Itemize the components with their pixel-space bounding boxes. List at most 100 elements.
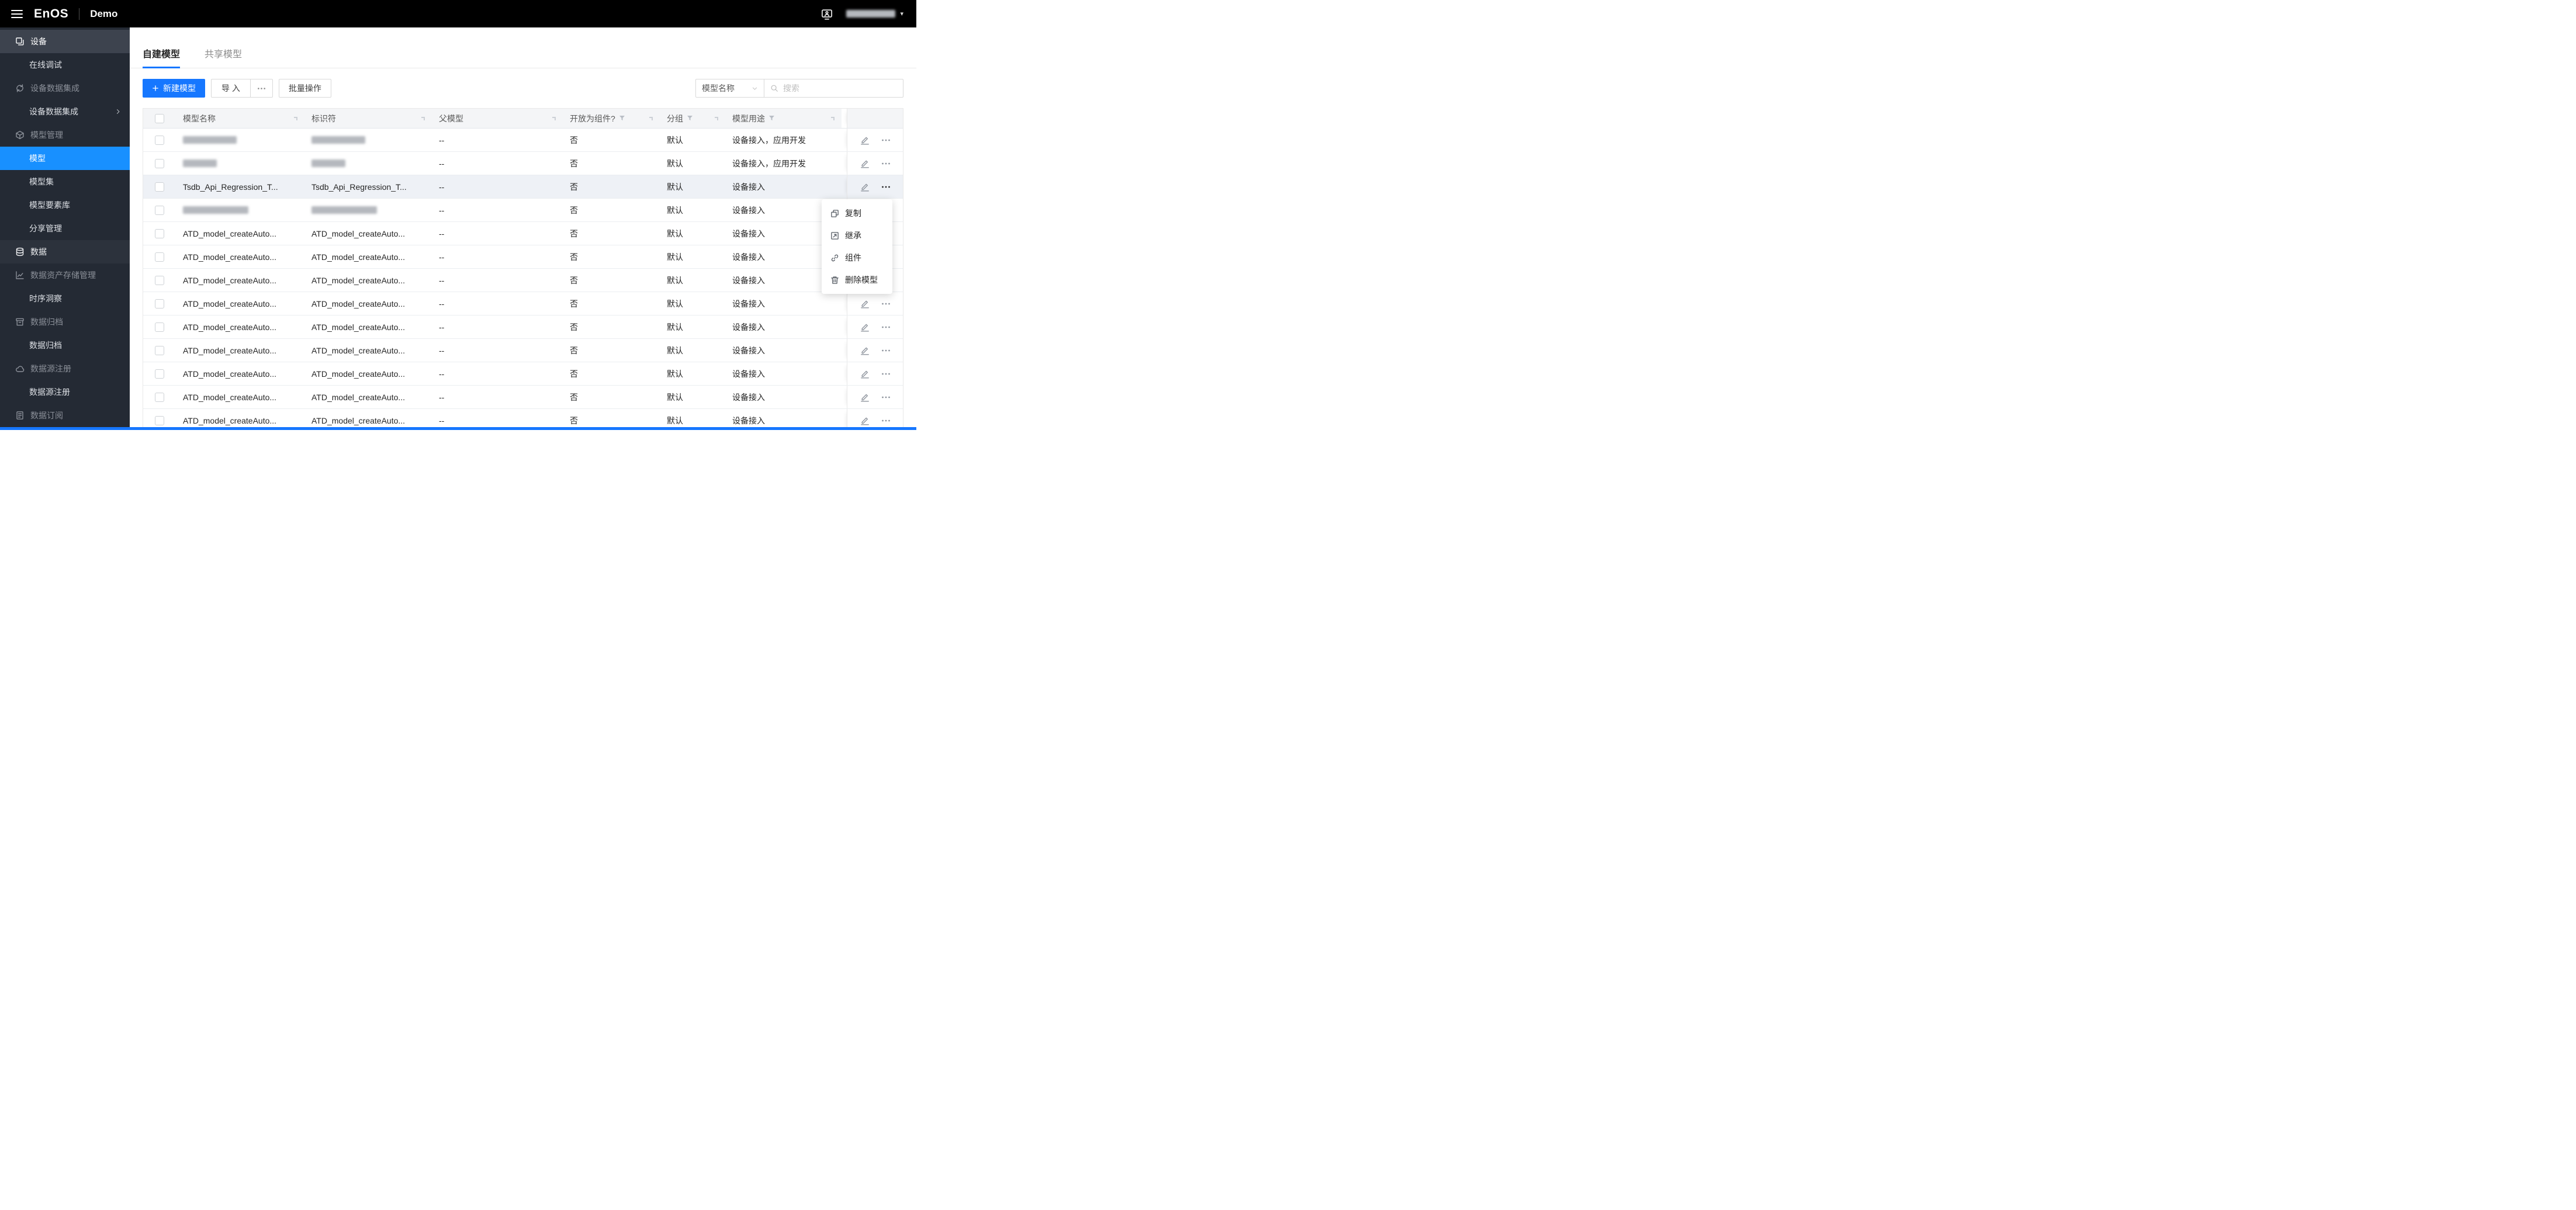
table-row[interactable]: ATD_model_createAuto... ATD_model_createA… [143, 362, 903, 386]
edit-button[interactable] [860, 369, 870, 379]
sidebar-item-device-data-integration-group[interactable]: 设备数据集成 [0, 77, 130, 100]
table-row[interactable]: -- 否 默认 设备接入，应用开发 [143, 129, 903, 152]
edit-button[interactable] [860, 159, 870, 168]
column-resize-handle[interactable] [294, 116, 297, 120]
search-input[interactable] [783, 84, 897, 93]
row-checkbox[interactable] [155, 275, 164, 285]
scrollbar-gutter [842, 129, 847, 151]
column-resize-handle[interactable] [715, 116, 718, 120]
user-menu[interactable]: ▾ [846, 10, 903, 18]
filter-icon[interactable] [687, 115, 693, 122]
console-icon[interactable] [820, 8, 833, 20]
column-resize-handle[interactable] [831, 116, 835, 120]
batch-operations-button[interactable]: 批量操作 [278, 79, 331, 98]
row-checkbox[interactable] [155, 182, 164, 192]
table-row[interactable]: -- 否 默认 设备接入，应用开发 [143, 152, 903, 175]
row-checkbox[interactable] [155, 345, 164, 355]
redacted-username [846, 10, 896, 18]
hamburger-menu-button[interactable] [0, 0, 34, 27]
cell-group-cell: 默认 [660, 315, 725, 338]
menu-item-delete-model[interactable]: 删除模型 [822, 269, 892, 291]
menu-item-inherit[interactable]: 继承 [822, 224, 892, 247]
edit-button[interactable] [860, 299, 870, 308]
redacted-text [183, 160, 217, 167]
edit-button[interactable] [860, 182, 870, 192]
select-all-checkbox[interactable] [155, 113, 164, 123]
sidebar-item-data-group[interactable]: 数据 [0, 240, 130, 264]
sidebar-item-online-debugging[interactable]: 在线调试 [0, 53, 130, 77]
sidebar-item-device[interactable]: 设备 [0, 30, 130, 53]
cell-identifier-cell: ATD_model_createAuto... [304, 386, 432, 408]
column-resize-handle[interactable] [421, 116, 425, 120]
table-row[interactable]: ATD_model_createAuto... ATD_model_createA… [143, 245, 903, 269]
sidebar-item-model-sets[interactable]: 模型集 [0, 170, 130, 193]
edit-button[interactable] [860, 393, 870, 402]
cell-identifier-cell: Tsdb_Api_Regression_T... [304, 175, 432, 198]
sidebar-item-time-series-insight[interactable]: 时序洞察 [0, 287, 130, 310]
filter-icon[interactable] [619, 115, 625, 122]
edit-button[interactable] [860, 136, 870, 145]
row-checkbox[interactable] [155, 135, 164, 145]
cell-group-cell: 默认 [660, 339, 725, 362]
more-actions-button[interactable] [881, 393, 891, 402]
sidebar-item-data-archive-group[interactable]: 数据归档 [0, 310, 130, 334]
row-checkbox[interactable] [155, 252, 164, 262]
menu-item-copy[interactable]: 复制 [822, 202, 892, 224]
table-row[interactable]: ATD_model_createAuto... ATD_model_createA… [143, 339, 903, 362]
table-row[interactable]: -- 否 默认 设备接入 [143, 199, 903, 222]
edit-button[interactable] [860, 416, 870, 425]
cell-model-usage-cell: 设备接入，应用开发 [725, 152, 842, 175]
sidebar-item-models[interactable]: 模型 [0, 147, 130, 170]
tab-shared-models[interactable]: 共享模型 [205, 46, 242, 68]
row-checkbox[interactable] [155, 228, 164, 238]
sidebar-item-data-archive[interactable]: 数据归档 [0, 334, 130, 357]
import-more-button[interactable] [250, 79, 272, 97]
table-row[interactable]: ATD_model_createAuto... ATD_model_createA… [143, 315, 903, 339]
edit-button[interactable] [860, 323, 870, 332]
table-row[interactable]: Tsdb_Api_Regression_T... Tsdb_Api_Regress… [143, 175, 903, 199]
import-button[interactable]: 导 入 [212, 79, 250, 97]
cell-open-as-component-cell: 否 [563, 175, 660, 198]
more-actions-button[interactable] [881, 159, 891, 168]
row-checkbox[interactable] [155, 299, 164, 308]
table-row[interactable]: ATD_model_createAuto... ATD_model_createA… [143, 269, 903, 292]
more-actions-button[interactable] [881, 299, 891, 308]
sidebar-item-data-subscription-group[interactable]: 数据订阅 [0, 404, 130, 427]
table-row[interactable]: ATD_model_createAuto... ATD_model_createA… [143, 386, 903, 409]
filter-icon[interactable] [768, 115, 775, 122]
sidebar-item-model-element-library[interactable]: 模型要素库 [0, 193, 130, 217]
more-actions-button[interactable] [881, 182, 891, 192]
more-actions-button[interactable] [881, 369, 891, 379]
tab-self-built-models[interactable]: 自建模型 [143, 46, 181, 68]
row-checkbox[interactable] [155, 415, 164, 425]
sidebar-item-data-asset-storage-group[interactable]: 数据资产存储管理 [0, 264, 130, 287]
cell-parent-model-cell: -- [432, 292, 563, 315]
row-checkbox[interactable] [155, 392, 164, 402]
data-storage-icon [15, 271, 25, 280]
sidebar-item-share-management[interactable]: 分享管理 [0, 217, 130, 240]
sidebar-item-label: 数据源注册 [30, 364, 71, 373]
new-model-button[interactable]: 新建模型 [143, 79, 205, 98]
context-menu: 复制 继承 组件 删除模型 [822, 199, 892, 294]
column-resize-handle[interactable] [552, 116, 556, 120]
cell-group-cell: 默认 [660, 175, 725, 198]
row-checkbox[interactable] [155, 369, 164, 379]
column-resize-handle[interactable] [649, 116, 653, 120]
menu-item-component[interactable]: 组件 [822, 247, 892, 269]
sidebar-item-data-source-registration-group[interactable]: 数据源注册 [0, 357, 130, 380]
sidebar-item-device-data-integration[interactable]: 设备数据集成 [0, 100, 130, 123]
table-row[interactable]: ATD_model_createAuto... ATD_model_createA… [143, 222, 903, 245]
search-field-select[interactable]: 模型名称 [695, 79, 764, 98]
sidebar-item-data-source-registration[interactable]: 数据源注册 [0, 380, 130, 404]
more-actions-button[interactable] [881, 323, 891, 332]
cell-open-as-component: 否 [570, 369, 578, 379]
row-checkbox[interactable] [155, 158, 164, 168]
edit-button[interactable] [860, 346, 870, 355]
row-checkbox[interactable] [155, 322, 164, 332]
more-actions-button[interactable] [881, 136, 891, 145]
more-actions-button[interactable] [881, 346, 891, 355]
more-actions-button[interactable] [881, 416, 891, 425]
sidebar-item-model-management-group[interactable]: 模型管理 [0, 123, 130, 147]
table-row[interactable]: ATD_model_createAuto... ATD_model_createA… [143, 292, 903, 315]
row-checkbox[interactable] [155, 205, 164, 215]
